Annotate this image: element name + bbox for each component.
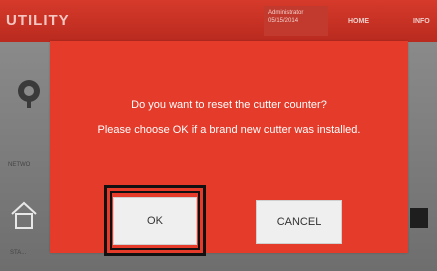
home-icon bbox=[11, 201, 37, 229]
date-display: 05/15/2014 bbox=[268, 18, 299, 24]
dialog-instruction: Please choose OK if a brand new cutter w… bbox=[97, 124, 361, 136]
ok-button[interactable]: OK bbox=[113, 197, 197, 245]
nav-info-button[interactable]: INFO bbox=[413, 18, 430, 25]
device-screen: UTILITY Administrator 05/15/2014 HOME IN… bbox=[0, 0, 437, 271]
nav-home-button[interactable]: HOME bbox=[348, 18, 369, 25]
network-tile-label: NETWO bbox=[8, 162, 31, 168]
dialog-message: Do you want to reset the cutter counter?… bbox=[50, 93, 408, 143]
status-tile[interactable]: STA... bbox=[8, 192, 48, 262]
app-title: UTILITY bbox=[6, 12, 70, 29]
network-tile[interactable]: NETWO bbox=[8, 70, 48, 170]
side-indicator bbox=[410, 208, 428, 228]
user-role: Administrator bbox=[268, 10, 304, 16]
user-info-box: Administrator 05/15/2014 bbox=[264, 6, 328, 36]
top-bar: UTILITY Administrator 05/15/2014 HOME IN… bbox=[0, 0, 437, 42]
status-tile-label: STA... bbox=[10, 250, 27, 256]
cancel-button[interactable]: CANCEL bbox=[256, 200, 342, 244]
network-icon bbox=[18, 80, 40, 108]
dialog-question: Do you want to reset the cutter counter? bbox=[131, 99, 327, 111]
